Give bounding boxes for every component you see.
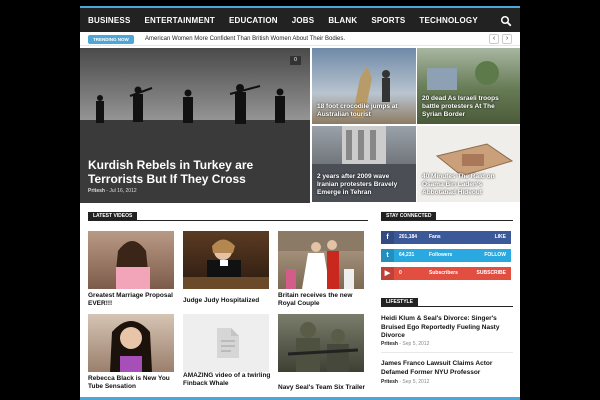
twitter-count: 64,231 <box>399 252 415 258</box>
hero-tile[interactable]: 40 Minutes The Raid on Osama Bin Laden's… <box>417 126 520 202</box>
hero-date: Jul 16, 2012 <box>109 188 137 194</box>
twitter-row[interactable]: t 64,231 Followers FOLLOW <box>381 249 511 262</box>
divider <box>381 352 513 353</box>
video-thumb[interactable] <box>278 231 364 289</box>
tile-caption[interactable]: 18 foot crocodile jumps at Australian to… <box>317 103 411 119</box>
lifestyle-post-author[interactable]: Pritesh <box>381 341 398 347</box>
section-rule <box>88 220 368 221</box>
section-rule <box>381 306 513 307</box>
video-caption[interactable]: Judge Judy Hospitalized <box>183 297 271 305</box>
nav-education[interactable]: EDUCATION <box>229 16 278 25</box>
tile-caption[interactable]: 40 Minutes The Raid on Osama Bin Laden's… <box>422 173 516 197</box>
document-placeholder-icon <box>217 328 239 358</box>
hero-tile[interactable]: 2 years after 2009 wave Iranian proteste… <box>312 126 416 202</box>
page: BUSINESS ENTERTAINMENT EDUCATION JOBS BL… <box>80 0 520 400</box>
trending-bar: TRENDING NOW American Women More Confide… <box>80 32 520 46</box>
trending-prev-button[interactable]: ‹ <box>489 34 499 44</box>
youtube-row[interactable]: ▶ 0 Subscribers SUBSCRIBE <box>381 267 511 280</box>
hero-main-story[interactable]: 0 Kurdish Rebels in Turkey are Terrorist… <box>80 48 310 203</box>
video-caption[interactable]: Greatest Marriage Proposal EVER!!! <box>88 292 176 308</box>
lifestyle-post-date: Sep 5, 2012 <box>402 379 430 385</box>
video-image <box>110 321 152 372</box>
youtube-icon: ▶ <box>381 267 394 280</box>
video-image <box>116 241 150 289</box>
trending-next-button[interactable]: › <box>502 34 512 44</box>
video-caption[interactable]: Rebecca Black is New You Tube Sensation <box>88 375 176 391</box>
nav-jobs[interactable]: JOBS <box>292 16 315 25</box>
nav-entertainment[interactable]: ENTERTAINMENT <box>145 16 215 25</box>
facebook-label: Fans <box>429 234 441 240</box>
section-rule <box>381 220 513 221</box>
search-icon[interactable] <box>500 14 512 27</box>
hero-tile[interactable]: 18 foot crocodile jumps at Australian to… <box>312 48 416 124</box>
lifestyle-post-meta: Pritesh - Sep 5, 2012 <box>381 379 430 385</box>
nav-sports[interactable]: SPORTS <box>371 16 405 25</box>
twitter-icon: t <box>381 249 394 262</box>
nav-technology[interactable]: TECHNOLOGY <box>419 16 477 25</box>
hero-title[interactable]: Kurdish Rebels in Turkey are Terrorists … <box>88 158 298 186</box>
video-thumb[interactable] <box>183 314 269 372</box>
main-nav: BUSINESS ENTERTAINMENT EDUCATION JOBS BL… <box>80 6 520 32</box>
video-image <box>278 231 364 289</box>
video-thumb[interactable] <box>278 314 364 372</box>
video-caption[interactable]: Britain receives the new Royal Couple <box>278 292 366 308</box>
video-thumb[interactable] <box>88 231 174 289</box>
trending-badge: TRENDING NOW <box>88 35 134 44</box>
nav-blank[interactable]: BLANK <box>328 16 357 25</box>
lifestyle-post-meta: Pritesh - Sep 5, 2012 <box>381 341 430 347</box>
video-caption[interactable]: AMAZING video of a twirling Finback Whal… <box>183 372 271 388</box>
video-image <box>183 239 269 289</box>
video-caption[interactable]: Navy Seal's Team Six Trailer <box>278 384 366 392</box>
facebook-count: 201,184 <box>399 234 418 240</box>
hero-meta: Pritesh - Jul 16, 2012 <box>88 188 137 194</box>
youtube-count: 0 <box>399 270 402 276</box>
lifestyle-post-author[interactable]: Pritesh <box>381 379 398 385</box>
youtube-subscribe-button[interactable]: SUBSCRIBE <box>477 267 506 280</box>
video-thumb[interactable] <box>88 314 174 372</box>
facebook-icon: f <box>381 231 394 244</box>
facebook-like-button[interactable]: LIKE <box>495 231 506 244</box>
trending-headline[interactable]: American Women More Confident Than Briti… <box>145 35 345 44</box>
tile-caption[interactable]: 2 years after 2009 wave Iranian proteste… <box>317 173 411 197</box>
hero-author[interactable]: Pritesh <box>88 188 105 194</box>
lifestyle-post-title[interactable]: Heidi Klum & Seal's Divorce: Singer's Br… <box>381 315 513 341</box>
video-image <box>287 322 359 372</box>
lifestyle-post-date: Sep 5, 2012 <box>402 341 430 347</box>
twitter-follow-button[interactable]: FOLLOW <box>484 249 506 262</box>
twitter-label: Followers <box>429 252 453 258</box>
tile-caption[interactable]: 20 dead As Israeli troops battle protest… <box>422 95 516 119</box>
facebook-row[interactable]: f 201,184 Fans LIKE <box>381 231 511 244</box>
video-thumb[interactable] <box>183 231 269 289</box>
youtube-label: Subscribers <box>429 270 458 276</box>
lifestyle-post-title[interactable]: James Franco Lawsuit Claims Actor Defame… <box>381 360 513 377</box>
hero-tile[interactable]: 20 dead As Israeli troops battle protest… <box>417 48 520 124</box>
nav-business[interactable]: BUSINESS <box>88 16 131 25</box>
hero-comment-count: 0 <box>290 56 301 65</box>
